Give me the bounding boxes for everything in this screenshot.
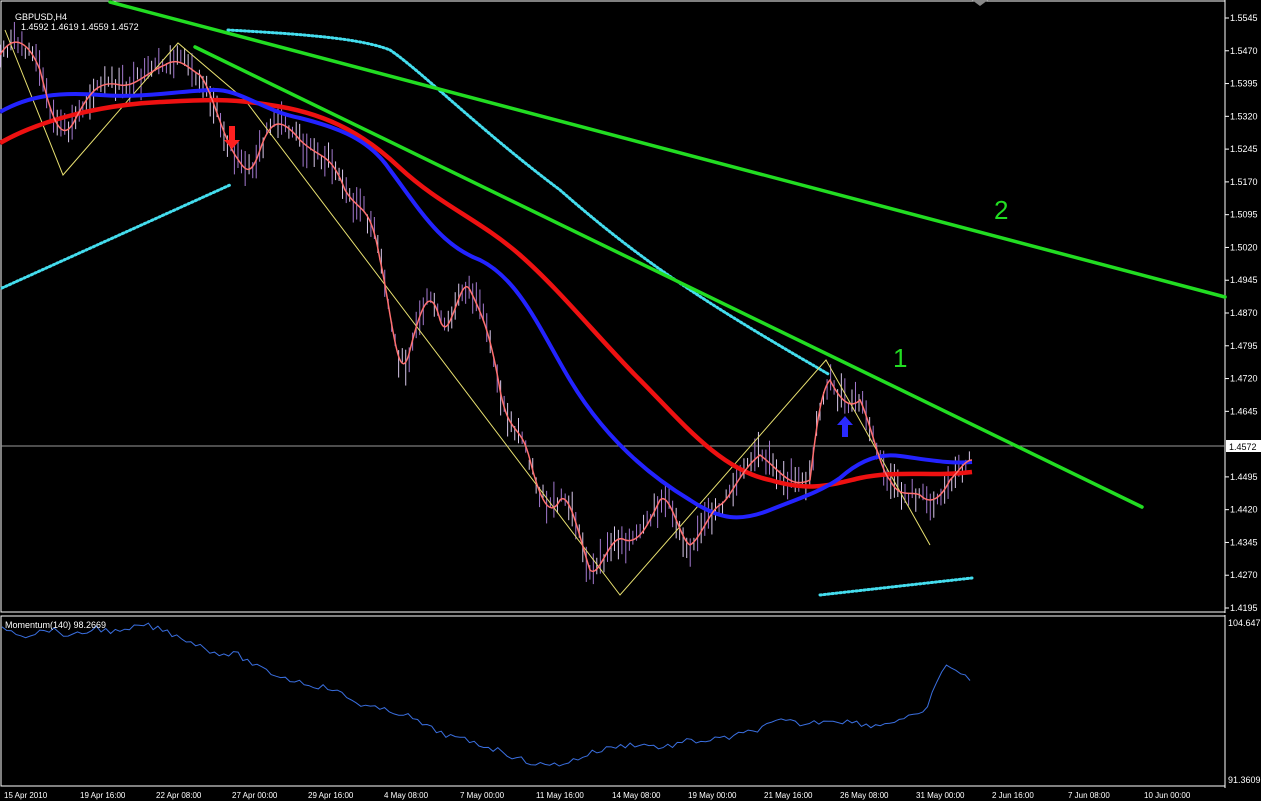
- price-tick-label: 1.4795: [1230, 341, 1258, 351]
- time-tick-label: 2 Jun 16:00: [992, 791, 1034, 800]
- time-tick-label: 22 Apr 08:00: [156, 791, 202, 800]
- price-tick-label: 1.5170: [1230, 177, 1258, 187]
- chart-header: GBPUSD,H4 1.4592 1.4619 1.4559 1.4572: [5, 2, 139, 42]
- time-tick-label: 26 May 08:00: [840, 791, 889, 800]
- time-tick-label: 29 Apr 16:00: [308, 791, 354, 800]
- price-tick-label: 1.4195: [1230, 603, 1258, 613]
- price-tick-label: 1.5095: [1230, 210, 1258, 220]
- symbol-timeframe: GBPUSD,H4: [15, 12, 68, 22]
- momentum-axis-top: 104.647: [1228, 618, 1261, 628]
- ohlc-values: 1.4592 1.4619 1.4559 1.4572: [21, 22, 139, 32]
- time-tick-label: 10 Jun 00:00: [1144, 791, 1191, 800]
- trading-terminal: 1 2 1.5545 1.5470 1.5395 1.5320 1.5245 1.5170…: [0, 0, 1261, 801]
- price-tick-label: 1.4945: [1230, 275, 1258, 285]
- price-tick-label: 1.4345: [1230, 537, 1258, 547]
- time-tick-label: 31 May 00:00: [916, 791, 965, 800]
- price-tick-label: 1.5395: [1230, 79, 1258, 89]
- momentum-title: Momentum(140) 98.2669: [5, 620, 107, 630]
- price-tick-label: 1.4420: [1230, 505, 1258, 515]
- price-tick-label: 1.5245: [1230, 144, 1258, 154]
- time-tick-label: 4 May 08:00: [384, 791, 429, 800]
- price-tick-label: 1.4645: [1230, 406, 1258, 416]
- time-tick-label: 7 Jun 08:00: [1068, 791, 1110, 800]
- price-tick-label: 1.4870: [1230, 308, 1258, 318]
- time-tick-label: 7 May 00:00: [460, 791, 505, 800]
- price-chart[interactable]: 1 2 1.5545 1.5470 1.5395 1.5320 1.5245 1.5170…: [0, 0, 1261, 613]
- time-tick-label: 15 Apr 2010: [4, 791, 48, 800]
- time-tick-label: 14 May 08:00: [612, 791, 661, 800]
- price-tick-label: 1.4495: [1230, 472, 1258, 482]
- price-tick-label: 1.4270: [1230, 570, 1258, 580]
- time-tick-label: 27 Apr 00:00: [232, 791, 278, 800]
- time-axis: 15 Apr 2010 19 Apr 16:00 22 Apr 08:00 27 Ap…: [4, 791, 1191, 800]
- current-price-label: 1.4572: [1229, 442, 1257, 452]
- trendline-1-label: 1: [893, 343, 907, 373]
- price-tick-label: 1.5470: [1230, 46, 1258, 56]
- time-tick-label: 19 May 00:00: [688, 791, 737, 800]
- time-tick-label: 19 Apr 16:00: [80, 791, 126, 800]
- trendline-2-label: 2: [994, 195, 1008, 225]
- time-tick-label: 21 May 16:00: [764, 791, 813, 800]
- price-tick-label: 1.5545: [1230, 13, 1258, 23]
- momentum-chart[interactable]: 104.647 91.3609: [0, 615, 1261, 788]
- time-tick-label: 11 May 16:00: [536, 791, 584, 800]
- price-tick-label: 1.5320: [1230, 111, 1258, 121]
- price-tick-label: 1.4720: [1230, 374, 1258, 384]
- momentum-axis-bottom: 91.3609: [1228, 775, 1261, 785]
- price-tick-label: 1.5020: [1230, 242, 1258, 252]
